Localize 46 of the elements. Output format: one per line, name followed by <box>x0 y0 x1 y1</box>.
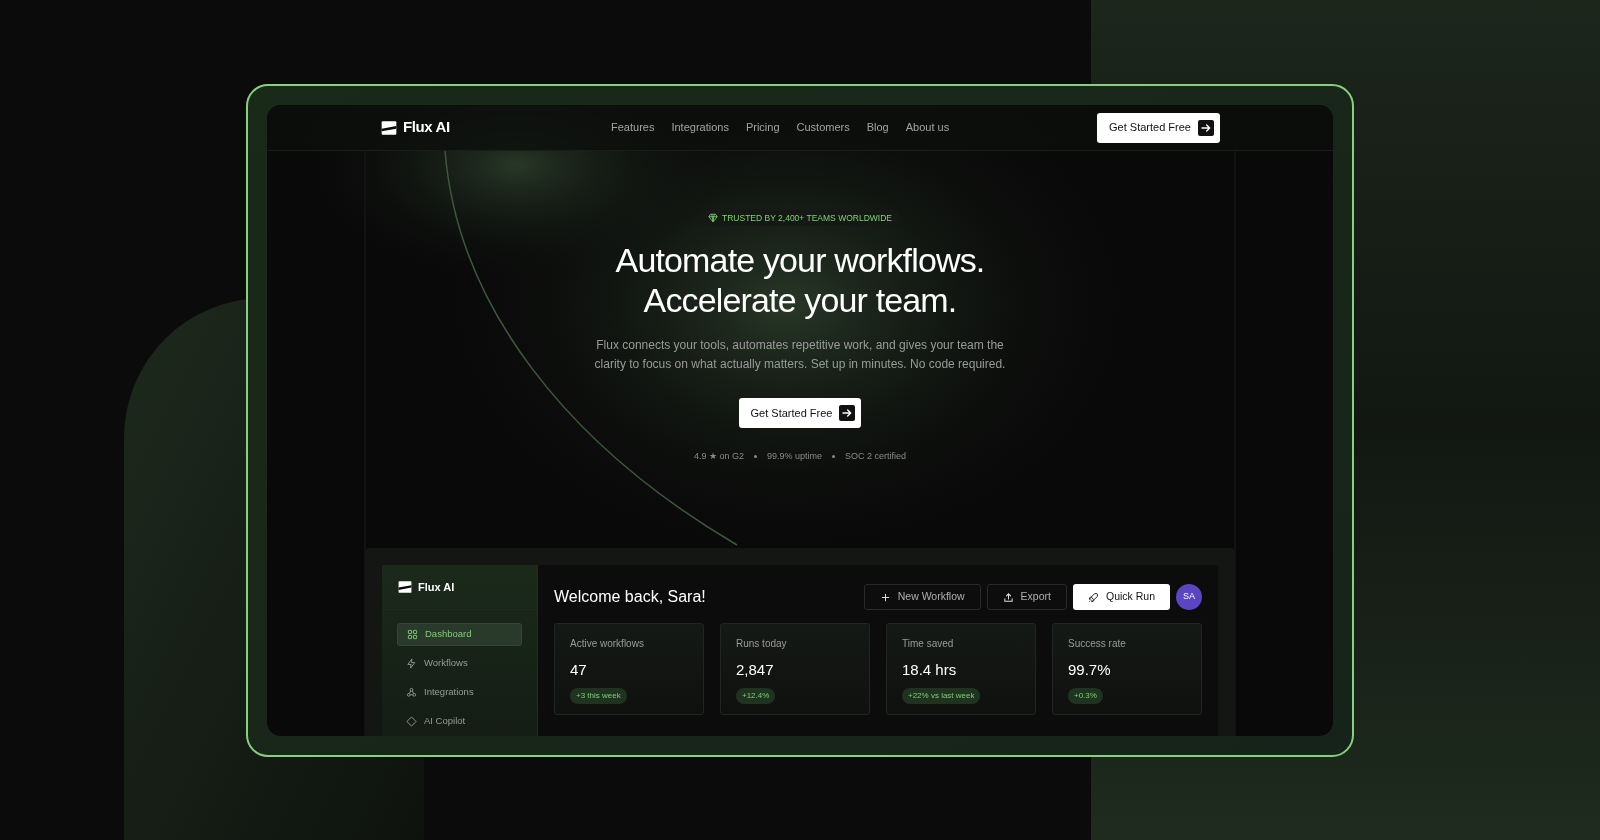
nav-link[interactable]: Customers <box>796 119 850 136</box>
change-badge: +12.4% <box>736 687 776 704</box>
change-badge: +22% vs last week <box>902 687 981 704</box>
stat-value: 47 <box>570 660 587 680</box>
sidebar-item[interactable]: AI Copilot <box>397 710 522 733</box>
user-avatar[interactable]: SA <box>1176 584 1202 610</box>
stat-label: Runs today <box>736 637 787 651</box>
stat-label: Time saved <box>902 637 954 651</box>
logo-icon <box>397 580 413 594</box>
stat-value: 18.4 hrs <box>902 660 957 680</box>
get-started-button[interactable]: Get Started Free <box>738 398 862 428</box>
trust-stat: SOC 2 certified <box>845 450 907 463</box>
nav-link[interactable]: Integrations <box>671 119 729 136</box>
nav-link[interactable]: About us <box>905 119 950 136</box>
stat-value: 99.7% <box>1068 660 1111 680</box>
trust-stat: 4.9 ★ on G2 <box>693 450 744 463</box>
brand-name: Flux AI <box>418 579 455 595</box>
action-button[interactable]: Export <box>986 584 1067 610</box>
stat-value: 2,847 <box>736 660 774 680</box>
nav-link[interactable]: Blog <box>866 119 889 136</box>
brand-name: Flux AI <box>403 117 450 138</box>
hero-description: Flux connects your tools, automates repetitive work, and gives your team the clarity to focus on what actually matters. Set up in minutes. No code required. <box>593 337 1007 373</box>
nodes-icon <box>406 687 417 698</box>
trust-stat: 99.9% uptime <box>766 450 822 463</box>
grid-icon <box>407 629 418 640</box>
hero-title: Accelerate your team. <box>643 280 957 320</box>
upload-icon <box>1002 591 1014 603</box>
gem-icon <box>708 213 718 223</box>
nav-link[interactable]: Pricing <box>745 119 780 136</box>
nav-link[interactable]: Features <box>611 119 655 136</box>
stat-label: Active workflows <box>570 637 644 651</box>
plus-icon <box>879 591 891 603</box>
bolt-icon <box>406 658 417 669</box>
welcome-heading: Welcome back, Sara! <box>554 587 707 607</box>
action-button[interactable]: New Workflow <box>863 584 981 610</box>
action-button[interactable]: Quick Run <box>1072 584 1170 610</box>
sidebar-item[interactable]: Workflows <box>397 652 522 675</box>
get-started-button[interactable]: Get Started Free <box>1097 112 1220 143</box>
logo-icon <box>380 119 398 136</box>
diamond-icon <box>406 716 417 727</box>
stat-label: Success rate <box>1068 637 1126 651</box>
sidebar-item[interactable]: Dashboard <box>397 623 522 646</box>
sidebar-item[interactable]: Integrations <box>397 681 522 704</box>
hero-title: Automate your workflows. <box>615 240 985 280</box>
change-badge: +3 this week <box>570 687 627 704</box>
change-badge: +0.3% <box>1068 687 1103 704</box>
